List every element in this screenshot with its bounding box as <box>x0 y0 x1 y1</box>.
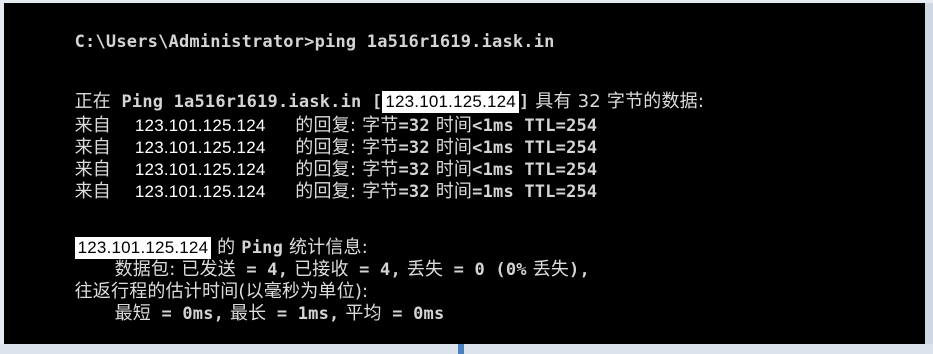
reply-ip: 123.101.125.124 <box>131 181 269 203</box>
rtt-max: = 1ms, <box>266 304 340 324</box>
packets-zh-lost2: 丢失 <box>526 259 570 280</box>
packets-line: 数据包: 已发送 = 4, 已接收 = 4, 丢失 = 0 (0% 丢失), <box>12 237 590 280</box>
console-window-frame: C:\Users\Administrator>ping 1a516r1619.i… <box>0 0 933 354</box>
console-bottom-edge <box>0 344 933 354</box>
reply-line: 来自 123.101.125.124 的回复: 字节=32 时间<1ms TTL… <box>12 137 597 181</box>
rtt-values-line: 最短 = 0ms, 最长 = 1ms, 平均 = 0ms <box>12 281 445 324</box>
reply-zh-reply: 的回复: 字节 <box>289 181 399 202</box>
reply-zh-time: 时间 <box>429 181 473 202</box>
rtt-zh-avg: 平均 <box>339 303 382 324</box>
reply-zh-from: 来自 <box>74 181 112 202</box>
packets-lost: = 0 (0% <box>443 260 527 280</box>
prompt-line: C:\Users\Administrator>ping 1a516r1619.i… <box>12 9 555 52</box>
console-scrollbar[interactable] <box>925 3 933 344</box>
reply-line: 来自 123.101.125.124 的回复: 字节=32 时间<1ms TTL… <box>12 115 597 159</box>
reply-ttl: TTL=254 <box>513 182 598 202</box>
rtt-header-line: 往返行程的估计时间(以毫秒为单位): <box>12 259 369 302</box>
reply-line: 来自 123.101.125.124 的回复: 字节=32 时间=1ms TTL… <box>12 159 597 203</box>
packets-close: ), <box>569 260 590 280</box>
rtt-min: = 0ms, <box>151 304 225 324</box>
reply-bytes: =32 <box>398 182 430 202</box>
resize-handle-icon[interactable] <box>458 344 464 354</box>
reply-line: 来自 123.101.125.124 的回复: 字节=32 时间<1ms TTL… <box>12 93 597 137</box>
rtt-avg: = 0ms <box>381 304 445 324</box>
rtt-zh-min: 最短 <box>114 303 152 324</box>
reply-time: =1ms <box>472 182 514 202</box>
stats-header-line: 123.101.125.124 的 Ping 统计信息: <box>12 215 368 259</box>
prompt-text: C:\Users\Administrator>ping 1a516r1619.i… <box>74 32 555 52</box>
rtt-zh-max: 最长 <box>224 303 267 324</box>
ping-header-line: 正在 Ping 1a516r1619.iask.in [123.101.125.… <box>12 69 704 113</box>
console-output[interactable]: C:\Users\Administrator>ping 1a516r1619.i… <box>4 3 925 344</box>
packets-zh-lost: 丢失 <box>400 259 444 280</box>
header-zh-bytes: 字节的数据: <box>600 91 705 112</box>
